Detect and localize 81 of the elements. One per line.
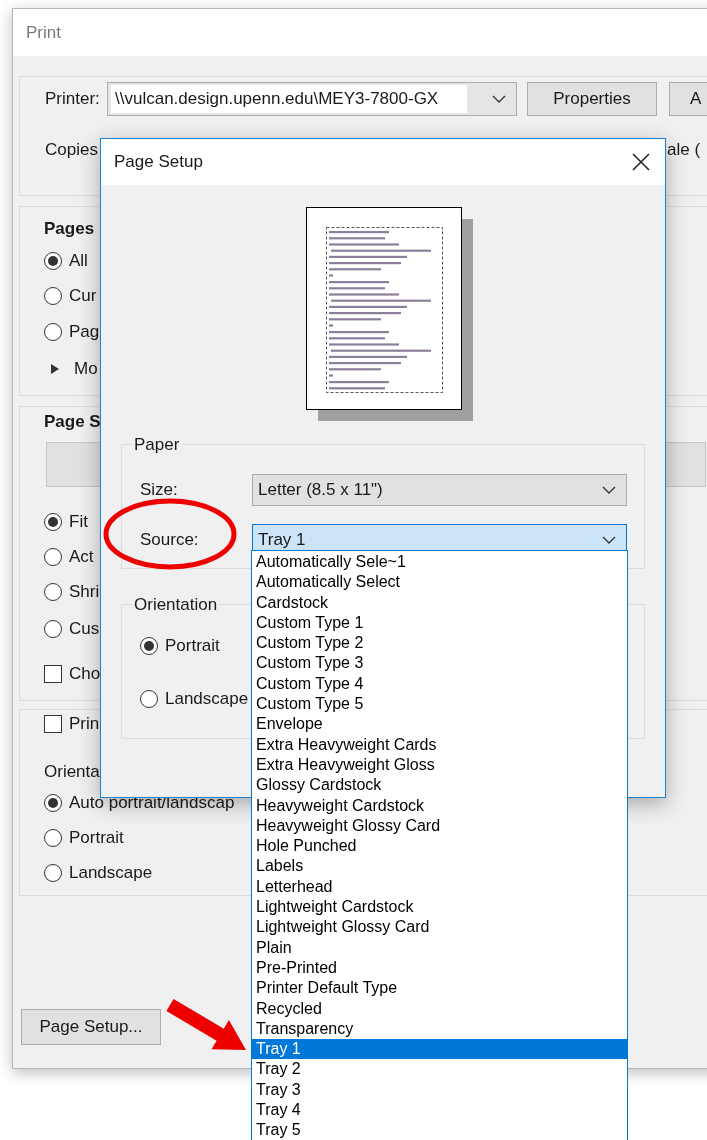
dropdown-value: \\vulcan.design.upenn.edu\MEY3-7800-GX [111, 85, 467, 113]
list-item[interactable]: Plain [252, 937, 627, 958]
list-item[interactable]: Transparency [252, 1018, 627, 1040]
checkbox[interactable] [44, 715, 62, 733]
radio-button[interactable] [44, 547, 62, 566]
group-title: Pages [44, 218, 96, 241]
option-label: Portrait [165, 635, 220, 658]
option-label: Act [69, 545, 94, 568]
list-item[interactable]: Lightweight Cardstock [252, 897, 627, 918]
chevron-down-icon [602, 485, 616, 494]
group-title: Page S [44, 411, 102, 434]
chevron-down-icon [492, 95, 506, 103]
field-label: ale ( [667, 139, 701, 162]
list-item[interactable]: Lightweight Glossy Card [252, 917, 627, 938]
checkbox[interactable] [44, 665, 62, 683]
list-item[interactable]: Cardstock [252, 592, 627, 613]
radio-button[interactable] [44, 512, 62, 531]
radio-button[interactable] [140, 637, 158, 655]
radio-button[interactable] [44, 620, 62, 638]
radio-button[interactable] [44, 793, 62, 812]
group-title: Orienta [44, 761, 100, 784]
tab-button[interactable] [665, 442, 706, 487]
option-label: All [69, 249, 88, 272]
link-label[interactable]: Mo [74, 355, 98, 382]
option-label: Cur [69, 284, 97, 307]
field-label: Source: [140, 528, 200, 551]
option-label: Pag [69, 321, 100, 344]
toolbar-button[interactable]: Properties [527, 82, 657, 116]
radio-button[interactable] [44, 323, 62, 341]
list-item[interactable]: Custom Type 4 [252, 673, 627, 695]
field-label: Printer: [45, 88, 101, 111]
group-title: Paper [133, 434, 181, 456]
printer-dropdown[interactable]: \\vulcan.design.upenn.edu\MEY3-7800-GX [107, 82, 517, 116]
list-item[interactable]: Tray 3 [252, 1079, 627, 1100]
list-item[interactable]: Hole Punched [252, 836, 627, 857]
list-item[interactable]: Extra Heavyweight Cards [252, 734, 627, 755]
list-item[interactable]: Glossy Cardstock [252, 775, 627, 796]
list-item[interactable]: Pre-Printed [252, 957, 627, 979]
list-item[interactable]: Envelope [252, 714, 627, 735]
option-label: Cho [69, 663, 101, 686]
close-icon[interactable] [631, 152, 651, 172]
expand-triangle-icon[interactable] [50, 362, 60, 375]
list-item[interactable]: Automatically Select [252, 572, 627, 593]
list-item[interactable]: Custom Type 1 [252, 612, 627, 634]
field-label: Size: [140, 478, 179, 501]
group-title: Orientation [133, 593, 219, 616]
option-label: Auto portrait/landscap [69, 791, 235, 814]
option-label: Shri [69, 580, 100, 603]
dropdown[interactable]: Letter (8.5 x 11") [252, 473, 627, 506]
window-title: Print [26, 21, 61, 44]
list-item[interactable]: Tray 2 [252, 1059, 627, 1080]
toolbar-button[interactable]: A [669, 82, 707, 116]
option-label: Portrait [69, 826, 124, 849]
radio-button[interactable] [44, 828, 62, 847]
list-item[interactable]: Custom Type 3 [252, 653, 627, 674]
list-item[interactable]: Tray 5 [252, 1120, 627, 1140]
list-item[interactable]: Heavyweight Glossy Card [252, 815, 627, 837]
list-item[interactable]: Recycled [252, 998, 627, 1019]
page-setup-button[interactable]: Page Setup... [21, 1009, 161, 1045]
list-item[interactable]: Letterhead [252, 876, 627, 898]
list-item[interactable]: Custom Type 5 [252, 694, 627, 715]
list-item[interactable]: Custom Type 2 [252, 633, 627, 654]
list-item[interactable]: Extra Heavyweight Gloss [252, 754, 627, 776]
window-title: Page Setup [114, 151, 203, 174]
option-label: Prin [69, 713, 100, 736]
option-label: Cus [69, 618, 100, 641]
radio-button[interactable] [44, 286, 62, 305]
list-item[interactable]: Printer Default Type [252, 978, 627, 999]
option-label: Landscape [69, 861, 153, 884]
chevron-down-icon [602, 535, 616, 544]
list-item[interactable]: Tray 1 [252, 1039, 627, 1060]
radio-button[interactable] [44, 582, 62, 601]
option-label: Landscape [165, 688, 249, 711]
radio-button[interactable] [140, 690, 158, 708]
field-label: Copies [45, 140, 98, 160]
list-item[interactable]: Heavyweight Cardstock [252, 795, 627, 816]
list-item[interactable]: Labels [252, 856, 627, 877]
list-item[interactable]: Tray 4 [252, 1100, 627, 1121]
option-label: Fit [69, 510, 88, 533]
radio-button[interactable] [44, 863, 62, 882]
radio-button[interactable] [44, 251, 62, 270]
